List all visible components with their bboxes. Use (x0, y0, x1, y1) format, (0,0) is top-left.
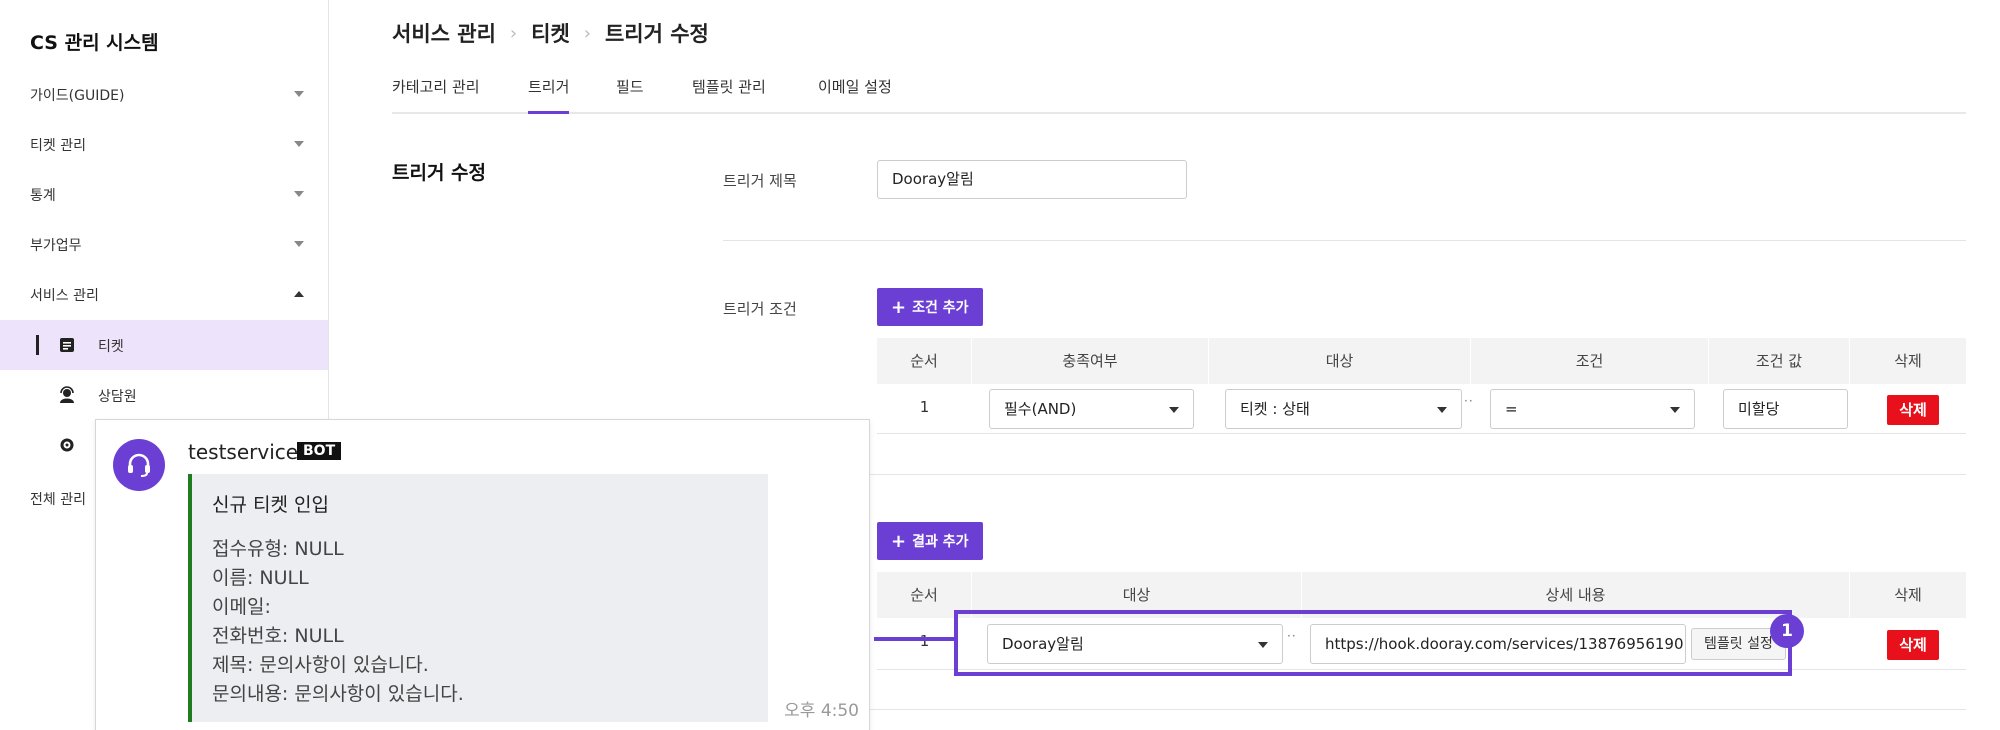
sender-name: testservice (188, 440, 299, 464)
menu-item-guide[interactable]: 가이드(GUIDE) (0, 70, 328, 120)
menu-item-ticket-management[interactable]: 티켓 관리 (0, 120, 328, 170)
menu-item-label: 가이드(GUIDE) (30, 88, 125, 104)
chevron-down-icon (294, 241, 304, 247)
breadcrumb-item[interactable]: 티켓 (531, 18, 570, 48)
app-title: CS 관리 시스템 (30, 32, 159, 54)
requirement-select[interactable]: 필수(AND) (989, 389, 1194, 429)
sidebar-item-ticket[interactable]: 티켓 (0, 320, 328, 370)
breadcrumb: 서비스 관리 › 티켓 › 트리거 수정 (392, 18, 709, 48)
card-line: 이메일: (212, 596, 271, 618)
column-header: 순서 (877, 338, 972, 384)
chevron-down-icon (1437, 407, 1447, 413)
tab-bar: 카테고리 관리 트리거 필드 템플릿 관리 이메일 설정 (392, 66, 1966, 114)
condition-value-input[interactable]: 미할당 (1723, 389, 1848, 429)
menu-item-service-management[interactable]: 서비스 관리 (0, 270, 328, 320)
column-header: 충족여부 (972, 338, 1209, 384)
menu-item-additional-work[interactable]: 부가업무 (0, 220, 328, 270)
sidebar-item-label: 상담원 (98, 389, 137, 405)
add-condition-label: 조건 추가 (912, 300, 969, 316)
add-result-button[interactable]: + 결과 추가 (877, 522, 983, 560)
delete-button[interactable]: 삭제 (1887, 395, 1939, 425)
breadcrumb-current: 트리거 수정 (604, 22, 709, 46)
column-header: 삭제 (1894, 352, 1922, 370)
column-header: 삭제 (1894, 586, 1922, 604)
add-condition-button[interactable]: + 조건 추가 (877, 288, 983, 326)
highlight-box (954, 610, 1792, 676)
message-time: 오후 4:50 (784, 701, 859, 721)
chevron-up-icon (294, 291, 304, 297)
chat-preview: testservice BOT 신규 티켓 인입 접수유형: NULL 이름: … (95, 419, 870, 730)
tab-email-settings[interactable]: 이메일 설정 (818, 76, 892, 114)
plus-icon: + (891, 530, 907, 552)
operator-select[interactable]: = (1490, 389, 1695, 429)
sidebar-item-label: 티켓 (98, 339, 124, 355)
agent-icon (58, 386, 76, 404)
callout-badge: 1 (1770, 614, 1804, 648)
menu-item-label: 부가업무 (30, 238, 82, 254)
breadcrumb-item[interactable]: 서비스 관리 (392, 18, 496, 48)
card-line: 접수유형: NULL (212, 538, 344, 560)
plus-icon: + (891, 296, 907, 318)
chevron-down-icon (294, 141, 304, 147)
menu-item-statistics[interactable]: 통계 (0, 170, 328, 220)
trigger-condition-label: 트리거 조건 (723, 300, 797, 318)
chevron-down-icon (1169, 407, 1179, 413)
breadcrumb-chevron-icon: › (583, 22, 591, 44)
active-indicator (36, 335, 39, 355)
table-row: 1 필수(AND) 티켓 : 상태 ·· = 미할당 삭제 (877, 384, 1966, 434)
settings-icon (58, 436, 76, 454)
menu-item-label: 전체 관리 (30, 492, 86, 508)
divider (723, 474, 1966, 475)
column-header: 조건 값 (1709, 338, 1850, 384)
target-select[interactable]: 티켓 : 상태 (1225, 389, 1462, 429)
trigger-title-input[interactable]: Dooray알림 (877, 160, 1187, 199)
menu-item-label: 통계 (30, 188, 56, 204)
sidebar-item-agent[interactable]: 상담원 (0, 370, 328, 420)
divider (723, 709, 1966, 710)
column-header: 조건 (1471, 338, 1709, 384)
card-line: 이름: NULL (212, 567, 309, 589)
chevron-down-icon (294, 91, 304, 97)
delete-button[interactable]: 삭제 (1887, 630, 1939, 660)
headset-icon (113, 439, 165, 491)
document-icon (58, 336, 76, 354)
divider (723, 240, 1966, 241)
breadcrumb-chevron-icon: › (509, 22, 518, 44)
column-header: 대상 (1209, 338, 1471, 384)
tab-template-management[interactable]: 템플릿 관리 (692, 76, 766, 114)
trigger-title-label: 트리거 제목 (723, 172, 797, 190)
card-line: 제목: 문의사항이 있습니다. (212, 654, 429, 676)
condition-table-header: 순서 충족여부 대상 조건 조건 값 삭제 (877, 338, 1966, 384)
input-value: 미할당 (1738, 400, 1780, 418)
select-value: 필수(AND) (1004, 400, 1077, 418)
message-card: 신규 티켓 인입 접수유형: NULL 이름: NULL 이메일: 전화번호: … (188, 474, 768, 722)
bot-badge: BOT (297, 442, 342, 460)
select-value: = (1505, 400, 1518, 418)
card-line: 전화번호: NULL (212, 625, 344, 647)
section-title: 트리거 수정 (392, 162, 487, 184)
tab-category-management[interactable]: 카테고리 관리 (392, 76, 480, 114)
select-value: 티켓 : 상태 (1240, 400, 1310, 418)
chevron-down-icon (294, 191, 304, 197)
tab-field[interactable]: 필드 (616, 76, 644, 114)
add-result-label: 결과 추가 (912, 534, 969, 550)
tab-trigger[interactable]: 트리거 (528, 76, 570, 114)
menu-item-label: 서비스 관리 (30, 288, 99, 304)
card-line: 문의내용: 문의사항이 있습니다. (212, 683, 464, 705)
callout-connector (874, 637, 954, 641)
chevron-down-icon (1670, 407, 1680, 413)
menu-item-label: 티켓 관리 (30, 138, 86, 154)
card-title: 신규 티켓 인입 (212, 494, 329, 516)
drag-dots-icon: ·· (1464, 394, 1474, 408)
row-order: 1 (919, 398, 930, 416)
